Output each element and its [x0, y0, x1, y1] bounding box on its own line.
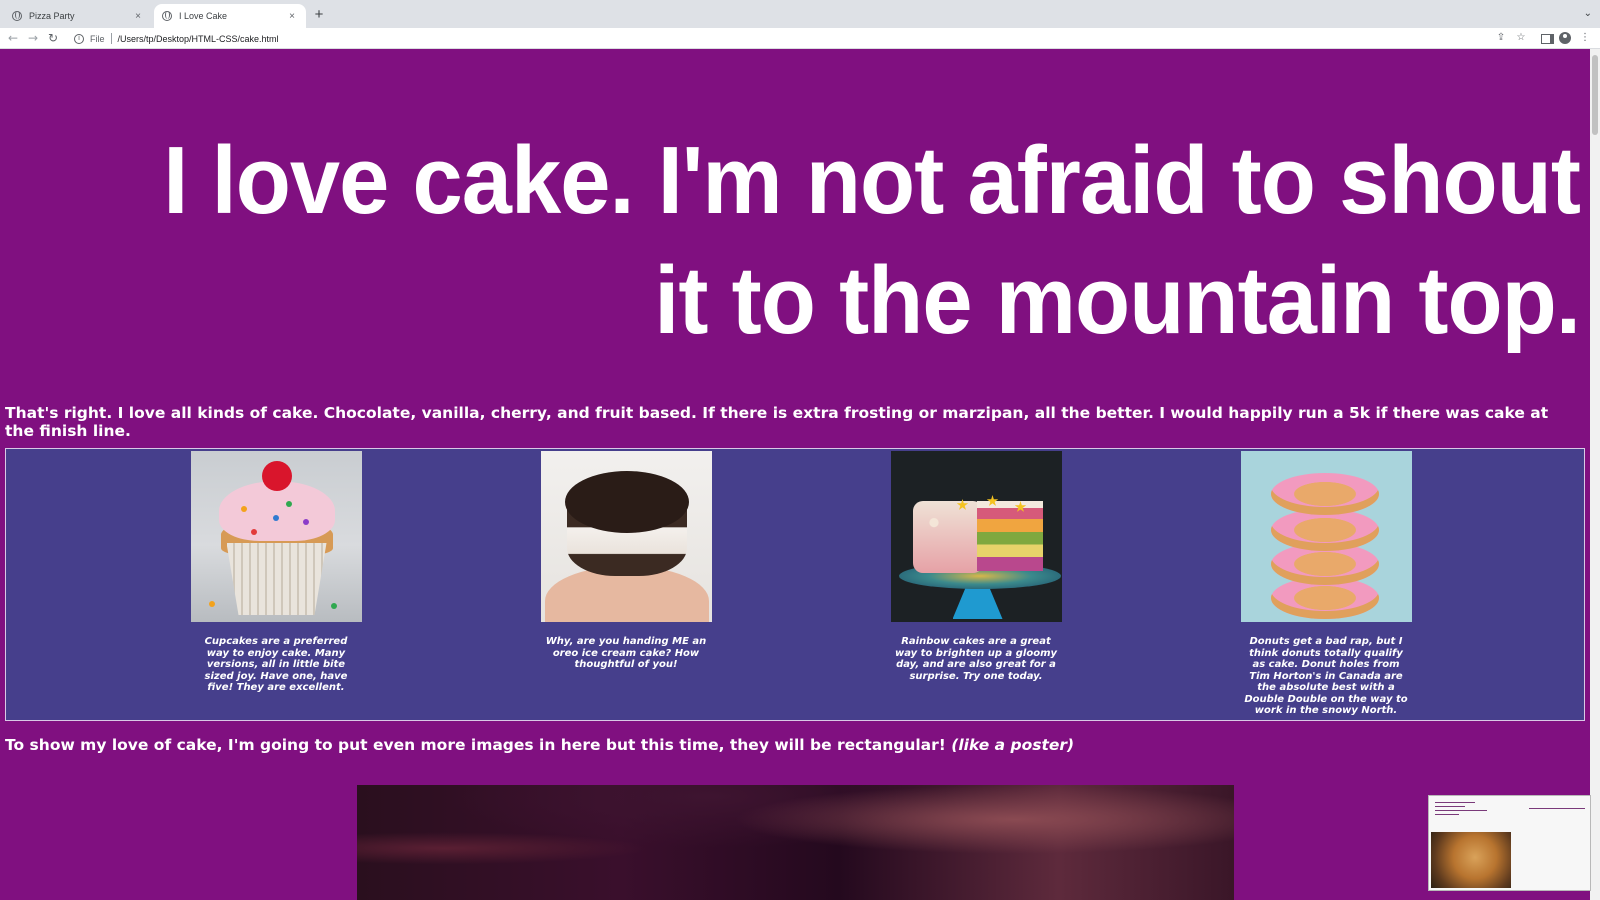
tab-i-love-cake[interactable]: I Love Cake ×	[154, 4, 306, 28]
gallery-caption: Rainbow cakes are a great way to brighte…	[894, 636, 1058, 682]
rainbow-cake-photo	[890, 451, 1062, 622]
address-url[interactable]: /Users/tp/Desktop/HTML-CSS/cake.html	[118, 34, 279, 44]
tab-title: I Love Cake	[179, 11, 228, 21]
browser-menu-icon[interactable]: ⋮	[1578, 31, 1592, 45]
page-scrollbar[interactable]	[1590, 49, 1600, 900]
cupcake-photo	[190, 451, 362, 622]
browser-toolbar: ← → ↻ i File /Users/tp/Desktop/HTML-CSS/…	[0, 28, 1600, 49]
gallery-item-oreo-cake: Why, are you handing ME an oreo ice crea…	[536, 451, 716, 671]
poster-intro-emphasis: (like a poster)	[951, 736, 1075, 754]
thumbnail-line	[1529, 808, 1585, 809]
donut-stack-photo	[1240, 451, 1412, 622]
thumbnail-line	[1435, 810, 1487, 811]
globe-icon	[162, 11, 172, 21]
gallery-caption: Cupcakes are a preferred way to enjoy ca…	[204, 636, 348, 693]
gallery-item-donuts: Donuts get a bad rap, but I think donuts…	[1236, 451, 1416, 717]
profile-avatar-icon[interactable]	[1558, 31, 1572, 45]
poster-intro-text: To show my love of cake, I'm going to pu…	[5, 736, 1565, 754]
close-tab-icon[interactable]: ×	[286, 11, 298, 22]
thumbnail-line	[1435, 814, 1459, 815]
reload-button[interactable]: ↻	[45, 30, 61, 46]
address-divider	[110, 33, 112, 44]
hero-heading: I love cake. I'm not afraid to shout it …	[163, 127, 1581, 354]
share-icon[interactable]: ⇪	[1494, 31, 1508, 45]
tab-title: Pizza Party	[29, 11, 75, 21]
cake-gallery: Cupcakes are a preferred way to enjoy ca…	[5, 448, 1585, 721]
scrollbar-thumb[interactable]	[1592, 55, 1598, 135]
pizza-party-window-thumbnail[interactable]	[1428, 795, 1591, 891]
gallery-caption: Donuts get a bad rap, but I think donuts…	[1244, 636, 1408, 716]
gallery-item-rainbow-cake: Rainbow cakes are a great way to brighte…	[886, 451, 1066, 682]
globe-icon	[12, 11, 22, 21]
back-button[interactable]: ←	[5, 30, 21, 46]
pizza-photo	[1431, 832, 1511, 888]
poster-image	[357, 785, 1234, 900]
forward-button[interactable]: →	[25, 30, 41, 46]
thumbnail-line	[1435, 806, 1465, 807]
tab-search-chevron-icon[interactable]: ⌄	[1584, 8, 1592, 19]
intro-paragraph: That's right. I love all kinds of cake. …	[5, 404, 1549, 440]
oreo-cake-photo	[540, 451, 712, 622]
gallery-caption: Why, are you handing ME an oreo ice crea…	[545, 636, 707, 670]
thumbnail-line	[1435, 802, 1475, 803]
poster-intro-main: To show my love of cake, I'm going to pu…	[5, 736, 946, 754]
site-info-icon[interactable]: i	[74, 33, 84, 44]
close-tab-icon[interactable]: ×	[132, 11, 144, 22]
side-panel-icon[interactable]	[1538, 31, 1554, 45]
tab-pizza-party[interactable]: Pizza Party ×	[4, 4, 152, 28]
address-scheme: File	[90, 33, 105, 44]
page-viewport: I love cake. I'm not afraid to shout it …	[0, 49, 1590, 900]
tab-strip: Pizza Party × I Love Cake × + ⌄	[0, 0, 1600, 28]
bookmark-star-icon[interactable]: ☆	[1514, 31, 1528, 45]
address-bar[interactable]: i File /Users/tp/Desktop/HTML-CSS/cake.h…	[68, 30, 1488, 47]
gallery-item-cupcake: Cupcakes are a preferred way to enjoy ca…	[186, 451, 366, 694]
new-tab-button[interactable]: +	[310, 6, 328, 24]
